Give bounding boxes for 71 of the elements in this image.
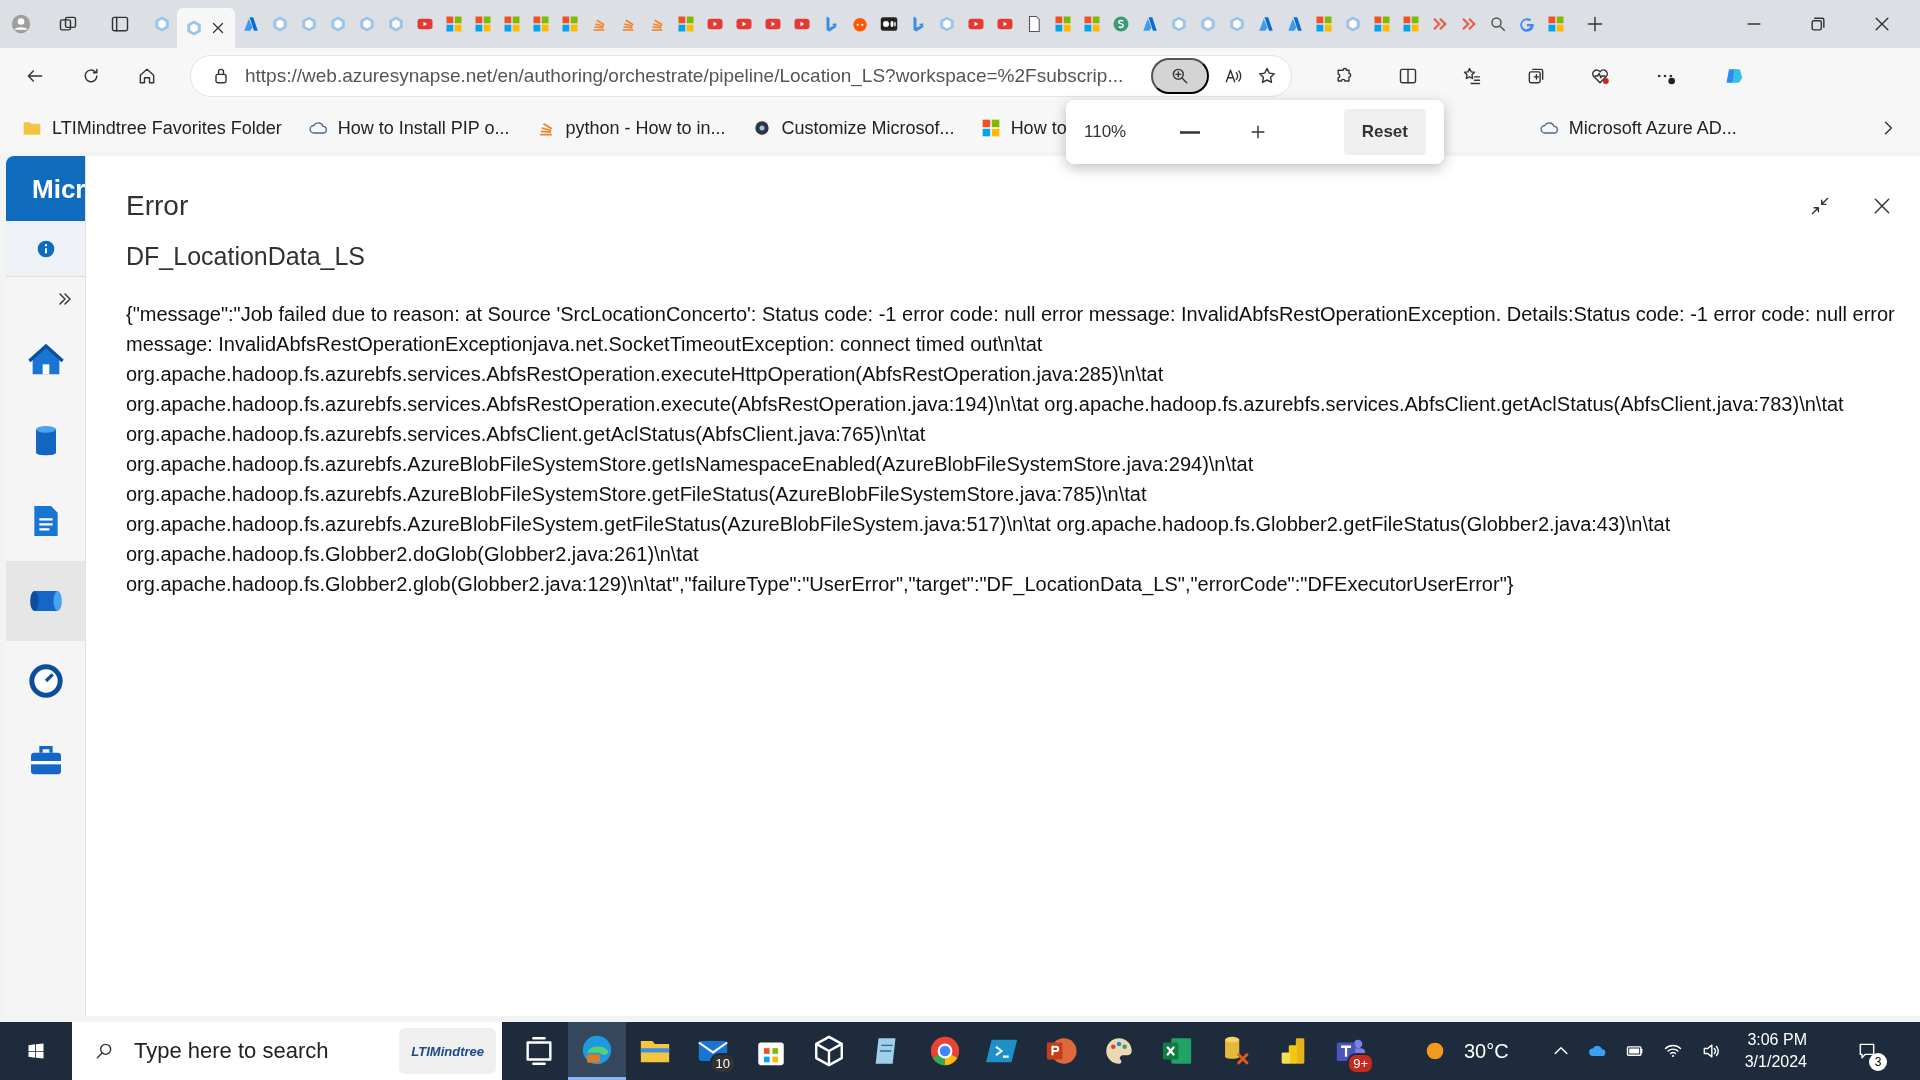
tiles-icon [1372, 15, 1391, 33]
bookmark[interactable]: python - How to in... [535, 117, 726, 139]
tiles-icon [1082, 15, 1101, 33]
hexagon-icon [1169, 15, 1188, 33]
search-field[interactable]: Type here to search LTIMindtree [72, 1022, 502, 1080]
bookmark[interactable]: LTIMindtree Favorites Folder [22, 117, 282, 139]
hexagon-icon [152, 15, 171, 33]
zoom-button[interactable] [1151, 58, 1209, 94]
tiles-icon [676, 15, 695, 33]
letter-a-icon [1285, 15, 1304, 33]
letter-g-icon [1517, 15, 1536, 33]
tiles-icon [1314, 15, 1333, 33]
letter-a-icon [1140, 15, 1159, 33]
tiles-icon [473, 15, 492, 33]
notification-count: 3 [1868, 1053, 1887, 1071]
letter-s-icon [1111, 15, 1130, 33]
hexagon-icon [1343, 15, 1362, 33]
read-aloud-icon[interactable] [1223, 66, 1243, 86]
hexagon-icon [270, 15, 289, 33]
hexagon-icon [937, 15, 956, 33]
dots-icon [879, 15, 898, 33]
dialog-title: Error [126, 190, 189, 222]
count-badge: 10 [709, 1053, 736, 1074]
hexagon-icon [1227, 15, 1246, 33]
taskbar-app[interactable]: 10 [684, 1022, 742, 1080]
restore-icon[interactable] [1808, 14, 1828, 34]
tiles-icon [1546, 15, 1565, 33]
address-bar[interactable]: https://web.azuresynapse.net/en/authoring/orchestrate/pipeline/Location_LS?workspace=%2Fsubscrip... [190, 55, 1292, 97]
app-title: Micr [6, 156, 85, 221]
chrome-icon [928, 1034, 962, 1068]
count-badge: 9+ [1347, 1053, 1374, 1074]
tiles-icon [1401, 15, 1420, 33]
error-message: {"message":"Job failed due to reason: at Source 'SrcLocationConcerto': Status code: -1 error code: null error message: InvalidAbfsRestOperationException. Details:Status code: -1 error code: null error message: InvalidAbfsRestOperationExceptionjava.net.SocketTimeoutException: connect timed out\n\tat org.apache.hadoop.fs.azurebfs.services.AbfsRestOperation.executeHttpOperation(AbfsRestOperation.java:285)\n\tat org.apache.hadoop.fs.azurebfs.services.AbfsRestOperation.execute(AbfsRestOperation.java:194)\n\tat org.apache.hadoop.fs.azurebfs.services.AbfsClient.getAclStatus(AbfsClient.java:783)\n\tat org.apache.hadoop.fs.azurebfs.services.AbfsClient.getAclStatus(AbfsClient.java:765)\n\tat org.apache.hadoop.fs.azurebfs.AzureBlobFileSystemStore.getIsNamespaceEnabled(AzureBlobFileSystemStore.java:294)\n\tat org.apache.hadoop.fs.azurebfs.AzureBlobFileSystemStore.getFileStatus(AzureBlobFileSystemStore.java:785)\n\tat org.apache.hadoop.fs.azurebfs.AzureBlobFileSystem.getFileStatus(AzureBlobFileSystem.java:517)\n\tat org.apache.hadoop.fs.Globber2.getFileStatus(Globber2.java:43)\n\tat org.apache.hadoop.fs.Globber2.doGlob(Globber2.java:261)\n\tat org.apache.hadoop.fs.Globber2.glob(Globber2.java:129)\n\tat","failureType":"UserError","target":"DF_LocationData_LS","errorCode":"DFExecutorUserError"} [126, 302, 1896, 598]
tiles-icon [1053, 15, 1072, 33]
cube-icon [812, 1034, 846, 1068]
nav-item[interactable] [6, 561, 85, 641]
hexagon-icon [386, 15, 405, 33]
tiles-icon [502, 15, 521, 33]
bookmark[interactable]: Microsoft Azure AD... [1538, 117, 1737, 139]
tiles-icon [980, 118, 1001, 138]
new-tab-icon[interactable] [1585, 14, 1605, 34]
hexagon-icon [299, 15, 318, 33]
hexagon-icon [328, 15, 347, 33]
temperature: 30°C [1464, 1039, 1509, 1063]
hexagon-icon [357, 15, 376, 33]
workspaces-icon[interactable] [58, 14, 78, 34]
bookmark[interactable]: Customize Microsof... [751, 117, 955, 139]
letter-a-icon [241, 15, 260, 33]
company-logo: LTIMindtree [399, 1028, 496, 1074]
star-icon[interactable] [1257, 66, 1277, 86]
url-text: https://web.azuresynapse.net/en/authoring/orchestrate/pipeline/Location_LS?workspace=%2Fsubscrip... [245, 65, 1125, 87]
hexagon-icon [185, 19, 203, 37]
tiles-icon [531, 15, 550, 33]
bookmark[interactable]: How to [980, 117, 1067, 139]
minus-icon [1180, 130, 1200, 134]
zoom-level: 110% [1084, 122, 1128, 142]
dialog-subtitle: DF_LocationData_LS [126, 242, 367, 271]
letter-a-icon [1256, 15, 1275, 33]
tiles-icon [444, 15, 463, 33]
clock-time[interactable]: 3:06 PM [1747, 1029, 1807, 1051]
reset-button[interactable]: Reset [1343, 109, 1426, 155]
tab-actions-icon[interactable] [110, 14, 130, 34]
bookmark[interactable]: How to Install PIP o... [307, 117, 510, 139]
double-chevron-icon [1459, 15, 1478, 33]
search-icon [1488, 15, 1507, 33]
double-chevron-icon [1430, 15, 1449, 33]
taskbar-app[interactable]: 9+ [1322, 1022, 1380, 1080]
clock-date[interactable]: 3/1/2024 [1744, 1051, 1807, 1073]
alien-head-icon [850, 15, 869, 33]
tiles-icon [560, 15, 579, 33]
hexagon-icon [1198, 15, 1217, 33]
